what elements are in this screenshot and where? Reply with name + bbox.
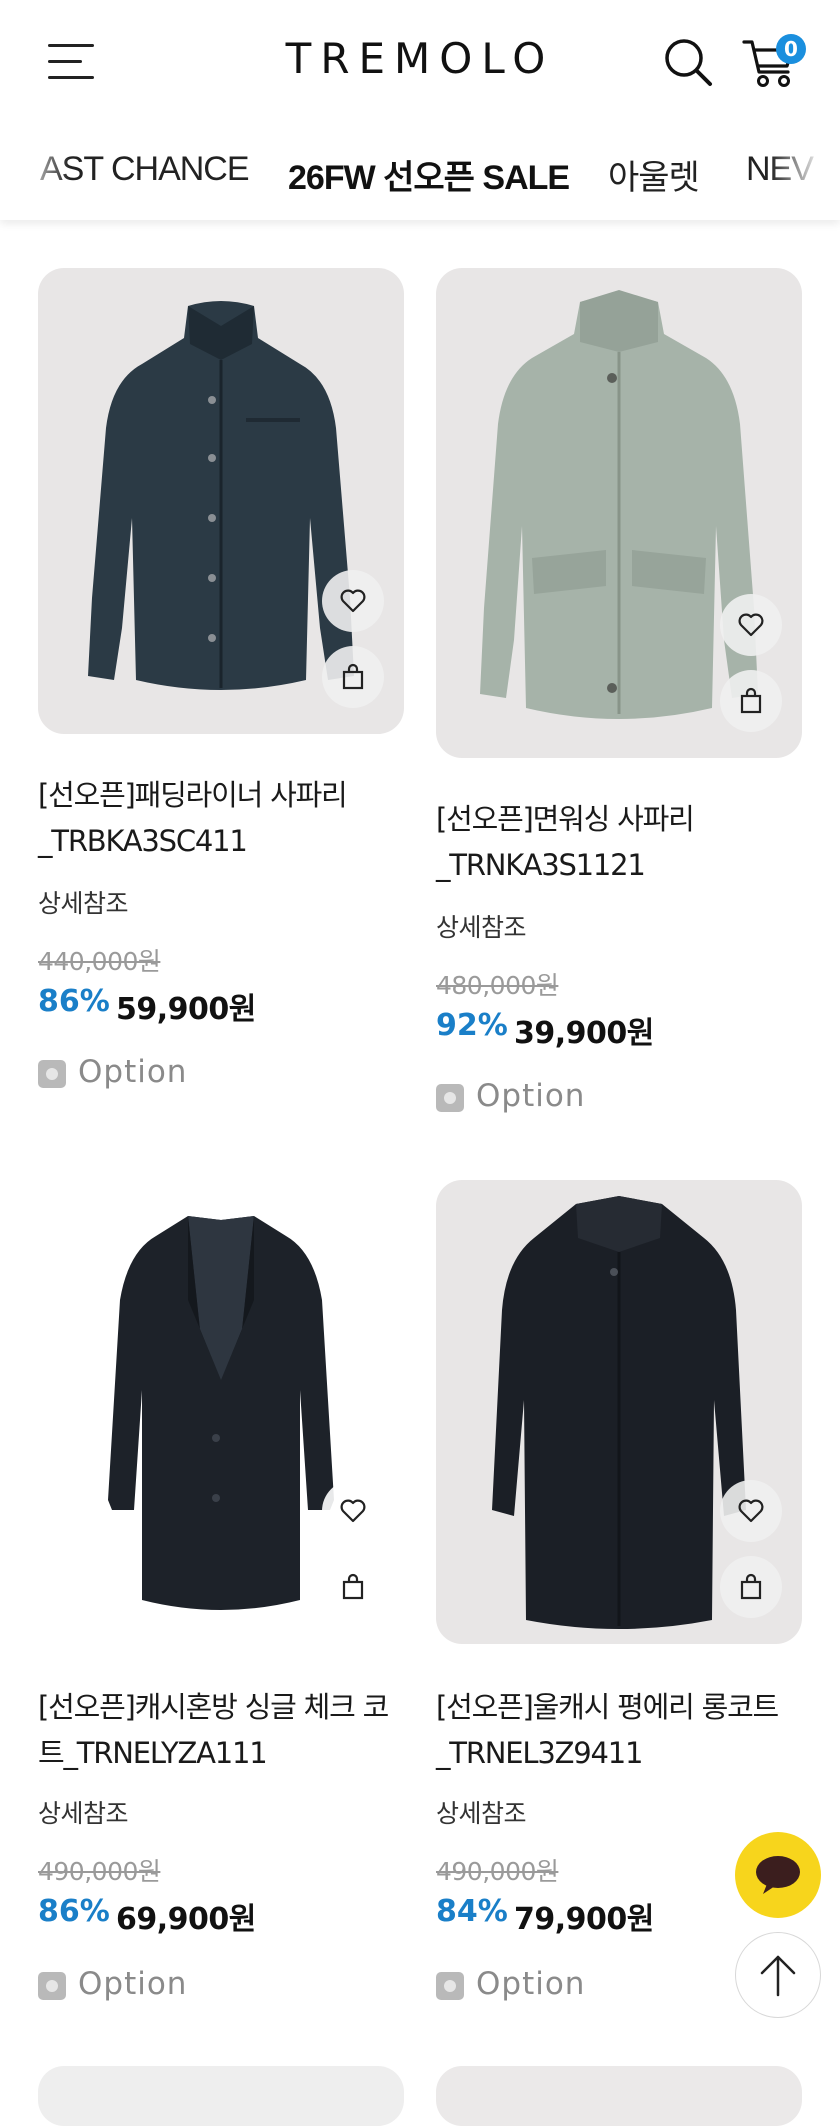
original-price: 480,000원	[436, 971, 559, 1000]
product-name-line2: _TRNEL3Z9411	[436, 1736, 643, 1770]
chat-button[interactable]	[735, 1832, 821, 1918]
scroll-top-button[interactable]	[735, 1932, 821, 2018]
product-name-line1: [선오픈]패딩라이너 사파리	[38, 778, 348, 812]
product-name[interactable]: [선오픈]패딩라이너 사파리 _TRBKA3SC411	[38, 772, 418, 864]
heart-icon	[340, 1499, 366, 1523]
nav-fade-left	[0, 140, 70, 200]
product-name-line1: [선오픈]캐시혼방 싱글 체크 코	[38, 1690, 389, 1724]
option-icon	[38, 1060, 66, 1088]
product-name-line1: [선오픈]울캐시 평에리 롱코트	[436, 1690, 779, 1724]
product-detail: 상세참조	[436, 913, 527, 942]
product-detail: 상세참조	[38, 889, 129, 918]
heart-icon	[340, 589, 366, 613]
option-icon	[436, 1972, 464, 2000]
option-label: Option	[476, 1078, 586, 1114]
shopping-bag-icon	[342, 1573, 364, 1600]
shopping-bag-icon	[342, 663, 364, 690]
shopping-bag-icon	[740, 1573, 762, 1600]
heart-icon	[738, 613, 764, 637]
product-name[interactable]: [선오픈]울캐시 평에리 롱코트 _TRNEL3Z9411	[436, 1684, 816, 1776]
option-label: Option	[78, 1966, 188, 2002]
brand-logo[interactable]: TREMOLO	[0, 34, 840, 83]
arrow-up-icon	[760, 1955, 796, 1997]
product-name[interactable]: [선오픈]면워싱 사파리 _TRNKA3S1121	[436, 796, 816, 888]
product-name-line2: _TRBKA3SC411	[38, 824, 248, 858]
sale-price: 79,900원	[514, 1902, 654, 1937]
option-icon	[436, 1084, 464, 1112]
shopping-bag-icon	[740, 687, 762, 714]
option-icon	[38, 1972, 66, 2000]
discount-rate: 86%	[38, 1894, 110, 1929]
product-image[interactable]	[436, 1180, 802, 1644]
cart-count-badge: 0	[776, 34, 806, 64]
chat-bubble-icon	[756, 1856, 800, 1894]
nav-item-26fw-sale[interactable]: 26FW 선오픈 SALE	[288, 150, 570, 199]
product-image[interactable]	[436, 268, 802, 758]
product-name-line1: [선오픈]면워싱 사파리	[436, 802, 695, 836]
next-product-peek	[38, 2066, 404, 2126]
search-icon[interactable]	[662, 36, 714, 88]
discount-rate: 92%	[436, 1008, 508, 1043]
add-to-cart-button[interactable]	[720, 670, 782, 732]
next-product-peek	[436, 2066, 802, 2126]
add-to-cart-button[interactable]	[322, 646, 384, 708]
product-image[interactable]	[38, 268, 404, 734]
product-detail: 상세참조	[436, 1799, 527, 1828]
add-to-cart-button[interactable]	[322, 1556, 384, 1618]
site-header: TREMOLO 0 AST CHANCE 26FW 선오픈 SALE 아울렛 N…	[0, 0, 840, 220]
nav-fade-right	[770, 140, 840, 200]
sale-price: 59,900원	[116, 992, 256, 1027]
wishlist-button[interactable]	[720, 1480, 782, 1542]
product-name[interactable]: [선오픈]캐시혼방 싱글 체크 코 트_TRNELYZA111	[38, 1684, 418, 1776]
nav-item-last-chance[interactable]: AST CHANCE	[40, 150, 250, 189]
option-label: Option	[476, 1966, 586, 2002]
product-name-line2: 트_TRNELYZA111	[38, 1736, 268, 1770]
category-nav: AST CHANCE 26FW 선오픈 SALE 아울렛 NEV	[0, 140, 840, 200]
heart-icon	[738, 1499, 764, 1523]
product-image[interactable]	[38, 1180, 404, 1644]
discount-rate: 86%	[38, 984, 110, 1019]
product-name-line2: _TRNKA3S1121	[436, 848, 646, 882]
sale-price: 69,900원	[116, 1902, 256, 1937]
discount-rate: 84%	[436, 1894, 508, 1929]
original-price: 490,000원	[38, 1857, 161, 1886]
original-price: 440,000원	[38, 947, 161, 976]
wishlist-button[interactable]	[720, 594, 782, 656]
wishlist-button[interactable]	[322, 1480, 384, 1542]
nav-item-outlet[interactable]: 아울렛	[608, 150, 700, 199]
product-detail: 상세참조	[38, 1799, 129, 1828]
wishlist-button[interactable]	[322, 570, 384, 632]
add-to-cart-button[interactable]	[720, 1556, 782, 1618]
original-price: 490,000원	[436, 1857, 559, 1886]
option-label: Option	[78, 1054, 188, 1090]
sale-price: 39,900원	[514, 1016, 654, 1051]
